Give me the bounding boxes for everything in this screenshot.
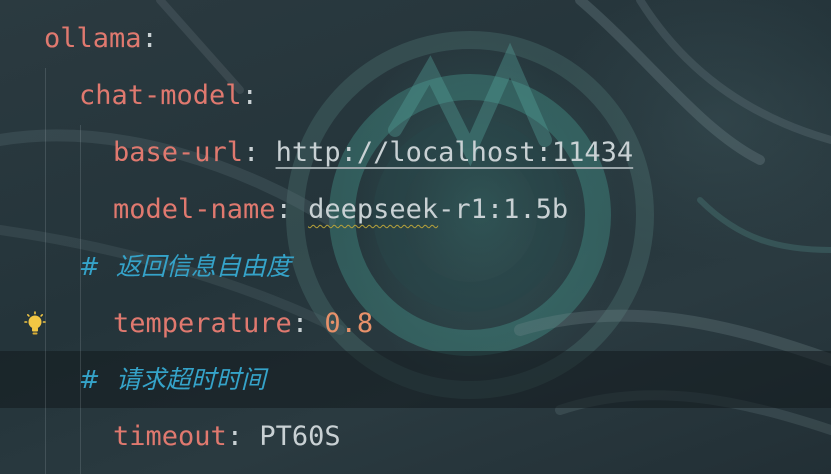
code-line[interactable]: temperature: 0.8 (113, 295, 373, 352)
code-line[interactable]: ollama: (44, 10, 158, 67)
code-editor[interactable]: ollama: chat-model: base-url: http://loc… (0, 0, 831, 474)
typo-warning-word[interactable]: deepseek (308, 194, 438, 225)
lightbulb-icon[interactable] (22, 311, 48, 337)
code-line[interactable]: base-url: http://localhost:11434 (113, 124, 633, 181)
yaml-value: PT60S (259, 421, 341, 452)
code-line[interactable]: model-name: deepseek-r1:1.5b (113, 181, 568, 238)
yaml-key: model-name (113, 194, 276, 225)
code-line[interactable]: timeout: PT60S (113, 408, 341, 465)
yaml-key: timeout (113, 421, 227, 452)
indent-guide (45, 68, 46, 474)
comment-text: 返回信息自由度 (115, 252, 291, 281)
yaml-key: base-url (113, 137, 244, 168)
yaml-value: -r1:1.5b (438, 194, 569, 225)
comment-hash: # (79, 252, 100, 281)
yaml-colon: : (291, 308, 325, 339)
yaml-colon: : (243, 137, 276, 168)
comment-text: 请求超时时间 (115, 365, 266, 394)
yaml-key: ollama (44, 23, 142, 54)
comment-line[interactable]: # 返回信息自由度 (79, 238, 291, 295)
yaml-colon: : (275, 194, 309, 225)
comment-line[interactable]: # 请求超时时间 (79, 351, 266, 408)
number-value: 0.8 (324, 308, 374, 339)
url-link[interactable]: http://localhost:11434 (276, 137, 634, 168)
indent-guide (80, 125, 81, 474)
code-line[interactable]: chat-model: (79, 67, 258, 124)
comment-hash: # (79, 365, 100, 394)
yaml-key: temperature (113, 308, 292, 339)
yaml-colon: : (141, 23, 158, 54)
yaml-colon: : (241, 80, 258, 111)
yaml-key: chat-model (79, 80, 242, 111)
yaml-colon: : (226, 421, 260, 452)
